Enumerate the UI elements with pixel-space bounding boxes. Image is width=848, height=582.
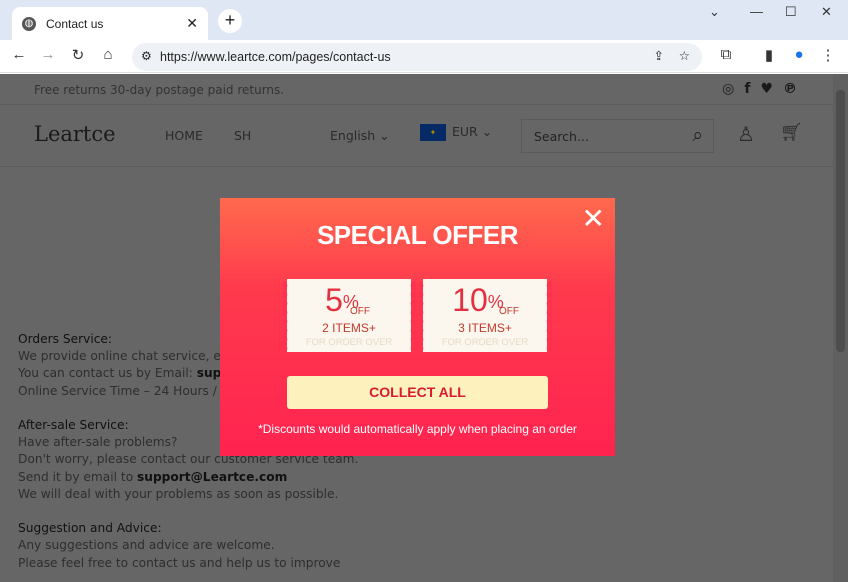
text: Send it by email to [18,469,138,484]
discount-note: *Discounts would automatically apply whe… [258,422,577,436]
language-selector[interactable]: English ⌄ [330,128,390,143]
close-window-icon[interactable]: ✕ [821,4,832,20]
coupon-5-percent[interactable]: 5% OFF 2 ITEMS+ FOR ORDER OVER [283,279,415,352]
coupon-value: 5 [325,282,343,318]
search-icon[interactable]: ⌕ [692,124,703,146]
announcement-bar: Free returns 30-day postage paid returns… [0,74,833,105]
home-icon[interactable]: ⌂ [98,46,118,63]
logo[interactable]: Leartce [34,122,116,146]
off-label: OFF [499,306,519,317]
off-label: OFF [350,306,370,317]
currency-selector[interactable]: ✦ EUR ⌄ [420,124,492,141]
account-icon[interactable]: ♙ [737,122,755,146]
menu-icon[interactable]: ⋮ [818,46,838,64]
facebook-icon[interactable]: f [744,81,750,97]
tab-contact-us[interactable]: ◍ Contact us ✕ [12,7,208,40]
search-input[interactable]: Search... ⌕ [521,119,714,153]
coupon-10-percent[interactable]: 10% OFF 3 ITEMS+ FOR ORDER OVER [419,279,551,352]
maximize-icon[interactable]: ☐ [785,4,797,20]
coupon-min: FOR ORDER OVER [441,337,529,348]
coupon-min: FOR ORDER OVER [305,337,393,348]
nav-home[interactable]: HOME [165,128,203,143]
close-icon[interactable]: ✕ [582,204,605,234]
text-line: Any suggestions and advice are welcome. [18,538,275,553]
cart-icon[interactable]: 🛒︎ [780,122,803,143]
share-icon[interactable]: ⇪ [654,48,664,63]
minimize-icon[interactable]: — [750,4,763,19]
suggestion-title: Suggestion and Advice: [18,521,162,536]
close-tab-icon[interactable]: ✕ [186,15,198,32]
toolbar: ← → ↻ ⌂ ⚙ https://www.leartce.com/pages/… [0,40,848,73]
pinterest-icon[interactable]: ℗ [783,81,797,97]
site-info-icon[interactable]: ⚙ [141,49,152,63]
collect-all-button[interactable]: COLLECT ALL [287,376,548,409]
back-icon[interactable]: ← [9,46,29,63]
profile-icon[interactable]: ● [789,46,809,63]
special-offer-popup: SPECIAL OFFER ✕ 5% OFF 2 ITEMS+ FOR ORDE… [220,198,615,456]
coupon-value: 10 [452,282,488,318]
email-link[interactable]: support@Leartce.com [137,470,287,484]
language-label: English [330,128,376,143]
text-line: Send it by email to support@Leartce.com [18,469,358,486]
bookmark-star-icon[interactable]: ☆ [679,48,690,63]
search-placeholder: Search... [534,129,589,144]
side-panel-icon[interactable]: ▮ [759,46,779,64]
currency-label: EUR [452,124,478,139]
url-text: https://www.leartce.com/pages/contact-us [160,50,391,64]
tab-bar: ◍ Contact us ✕ + ⌄ — ☐ ✕ [0,0,848,40]
text: You can contact us by Email: [18,366,197,381]
coupon-items: 2 ITEMS+ [322,321,376,335]
text-line: We will deal with your problems as soon … [18,486,339,501]
nav-shop[interactable]: SH [234,128,251,143]
extensions-icon[interactable]: ⧉ [716,46,736,63]
chevron-down-icon: ⌄ [379,128,390,143]
scrollbar-thumb[interactable] [836,90,845,352]
eu-flag-icon: ✦ [420,124,446,141]
site-header: Leartce HOME SH English ⌄ ✦ EUR ⌄ Search.… [0,105,833,167]
instagram-icon[interactable]: ◎ [722,81,734,97]
reload-icon[interactable]: ↻ [68,46,88,64]
popup-title: SPECIAL OFFER [316,220,519,250]
announcement-text: Free returns 30-day postage paid returns… [34,83,285,97]
globe-icon: ◍ [22,16,36,31]
forward-icon[interactable]: → [38,46,58,63]
tab-search-icon[interactable]: ⌄ [709,4,720,20]
chevron-down-icon: ⌄ [481,124,493,139]
new-tab-button[interactable]: + [218,9,242,33]
text-line: Please feel free to contact us and help … [18,555,341,570]
address-bar[interactable]: ⚙ https://www.leartce.com/pages/contact-… [132,43,702,71]
tab-title: Contact us [46,16,104,31]
coupon-items: 3 ITEMS+ [458,321,512,335]
twitter-icon[interactable]: ♥ [760,81,773,97]
